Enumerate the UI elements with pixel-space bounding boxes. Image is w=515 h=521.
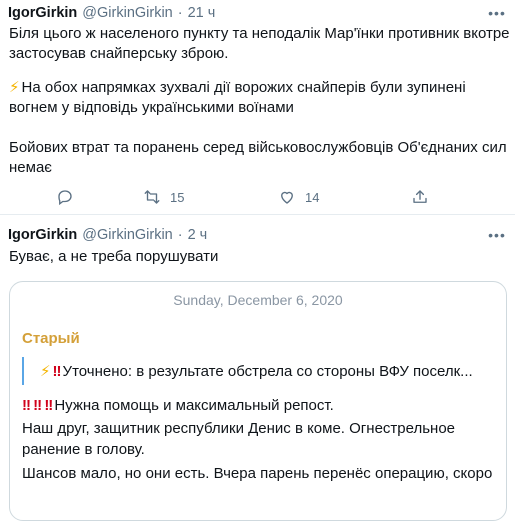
author-handle[interactable]: @GirkinGirkin bbox=[82, 227, 172, 243]
author-handle[interactable]: @GirkinGirkin bbox=[82, 5, 172, 21]
retweet-count: 15 bbox=[170, 189, 185, 205]
high-voltage-emoji-icon: ⚡ bbox=[40, 363, 51, 380]
message-line: ранение в голову. bbox=[22, 441, 145, 458]
double-exclamation-emoji-icon: !! bbox=[52, 363, 62, 380]
more-horizontal-icon[interactable]: ••• bbox=[487, 225, 507, 245]
tweet-text-line: немає bbox=[9, 159, 52, 176]
message-line: !! !! !! Нужна помощь и максимальный репо… bbox=[22, 395, 334, 416]
quoted-image-card[interactable]: Sunday, December 6, 2020 Старый ⚡!! Уточн… bbox=[9, 281, 507, 521]
tweet-text: Буває, а не треба порушувати bbox=[9, 248, 219, 265]
tweet[interactable]: IgorGirkin @GirkinGirkin · 2 ч ••• Буває… bbox=[0, 215, 515, 521]
share-button[interactable] bbox=[411, 186, 429, 208]
tweet-actions: 15 14 bbox=[0, 186, 515, 208]
tweet-text: На обох напрямках зухвалі дії ворожих сн… bbox=[21, 79, 466, 96]
tweet[interactable]: IgorGirkin @GirkinGirkin · 21 ч ••• Біля… bbox=[0, 0, 515, 215]
reply-text: Уточнено: в результате обстрела со сторо… bbox=[62, 363, 473, 380]
retweet-icon bbox=[144, 190, 160, 204]
reply-button[interactable] bbox=[56, 186, 83, 208]
message-text: Нужна помощь и максимальный репост. bbox=[54, 397, 334, 414]
message-sender: Старый bbox=[22, 330, 80, 347]
message-date: Sunday, December 6, 2020 bbox=[173, 292, 343, 308]
heart-icon bbox=[281, 191, 293, 204]
more-horizontal-icon[interactable]: ••• bbox=[487, 3, 507, 23]
tweet-header: IgorGirkin @GirkinGirkin · 2 ч bbox=[8, 225, 207, 245]
tweet-text-line: вогнем у відповідь українськими воїнами bbox=[9, 99, 294, 116]
retweet-button[interactable]: 15 bbox=[143, 186, 184, 208]
tweet-text-line: Бойових втрат та поранень серед військов… bbox=[9, 139, 507, 156]
like-button[interactable]: 14 bbox=[278, 186, 319, 208]
author-name[interactable]: IgorGirkin bbox=[8, 227, 77, 243]
author-name[interactable]: IgorGirkin bbox=[8, 5, 77, 21]
message-line: Шансов мало, но они есть. Вчера парень п… bbox=[22, 465, 493, 482]
separator-dot: · bbox=[177, 5, 183, 21]
tweet-text-line: ⚡ На обох напрямках зухвалі дії ворожих с… bbox=[9, 78, 466, 98]
double-exclamation-emoji-icon: !! !! !! bbox=[22, 397, 53, 414]
reply-quote-text: ⚡!! Уточнено: в результате обстрела со ст… bbox=[40, 362, 480, 380]
high-voltage-emoji-icon: ⚡ bbox=[9, 79, 20, 96]
like-count: 14 bbox=[305, 189, 320, 205]
reply-bar bbox=[22, 357, 24, 385]
reply-icon bbox=[58, 190, 72, 206]
separator-dot: · bbox=[177, 227, 183, 243]
tweet-text-line: застосував снайперську зброю. bbox=[9, 45, 229, 62]
tweet-time[interactable]: 21 ч bbox=[188, 5, 216, 21]
tweet-text-line: Біля цього ж населеного пункту та непода… bbox=[9, 25, 510, 42]
share-icon bbox=[413, 190, 427, 203]
tweet-header: IgorGirkin @GirkinGirkin · 21 ч bbox=[8, 3, 215, 23]
tweet-time[interactable]: 2 ч bbox=[188, 227, 208, 243]
reply-quote: ⚡!! Уточнено: в результате обстрела со ст… bbox=[22, 355, 492, 387]
message-line: Наш друг, защитник республики Денис в ко… bbox=[22, 420, 456, 437]
